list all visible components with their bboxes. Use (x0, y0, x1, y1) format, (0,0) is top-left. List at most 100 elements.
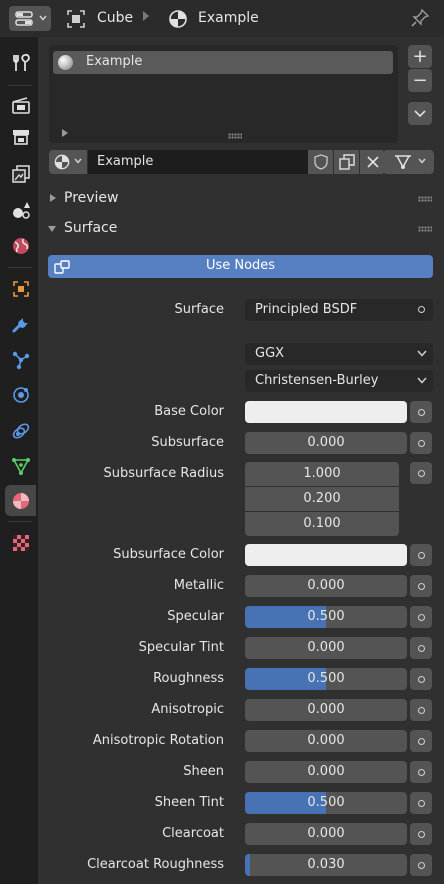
chevron-down-icon (418, 158, 426, 164)
material-slot-item[interactable]: Example (53, 51, 393, 74)
tab-physics[interactable] (5, 379, 36, 410)
drag-handle-icon[interactable] (418, 226, 432, 232)
subsurface-socket-button[interactable] (410, 432, 432, 454)
tab-particles[interactable] (5, 344, 36, 375)
socket-icon (417, 737, 425, 745)
material-icon (12, 492, 29, 509)
close-icon (366, 156, 379, 168)
material-name-field[interactable]: Example (88, 150, 308, 174)
sheen-label: Sheen (183, 764, 224, 779)
object-data-icon (11, 457, 30, 475)
drag-handle-icon[interactable] (418, 196, 432, 202)
metallic-slider[interactable]: 0.000 (245, 575, 407, 597)
remove-slot-button[interactable]: − (408, 69, 432, 92)
shader-node-type-dropdown[interactable] (383, 150, 434, 174)
base-color-swatch[interactable] (245, 401, 407, 423)
properties-header: Cube Example (0, 0, 444, 37)
subsurface-radius-socket-button[interactable] (410, 462, 432, 484)
surface-shader-selector[interactable]: Principled BSDF (245, 299, 433, 321)
metallic-socket-button[interactable] (410, 575, 432, 597)
tab-render[interactable] (5, 89, 36, 120)
roughness-slider[interactable]: 0.500 (245, 668, 407, 690)
subsurface-label: Subsurface (151, 435, 224, 450)
specular-socket-button[interactable] (410, 606, 432, 628)
anisotropic-rotation-slider[interactable]: 0.000 (245, 730, 407, 752)
pin-icon[interactable] (410, 8, 430, 28)
anisotropic-rotation-socket-button[interactable] (410, 730, 432, 752)
material-icon (54, 154, 70, 170)
material-preview-icon (58, 55, 73, 70)
socket-icon (417, 706, 425, 714)
subsurface-radius-x-field[interactable]: 1.000 (245, 462, 399, 486)
specular-tint-label: Specular Tint (138, 640, 224, 655)
roughness-socket-button[interactable] (410, 668, 432, 690)
socket-icon (417, 861, 425, 869)
subsurface-method-dropdown[interactable]: Christensen-Burley (245, 370, 433, 392)
duplicate-material-button[interactable] (334, 150, 359, 174)
unlink-material-button[interactable] (360, 150, 385, 174)
duplicate-icon (338, 154, 355, 170)
sheen-tint-label: Sheen Tint (154, 795, 224, 810)
tab-view-layer[interactable] (5, 158, 36, 189)
tab-scene[interactable] (5, 194, 36, 225)
tab-material[interactable] (5, 485, 36, 516)
sheen-tint-value: 0.500 (307, 795, 345, 810)
subsurface-color-socket-button[interactable] (410, 544, 432, 566)
base-color-socket-button[interactable] (410, 401, 432, 423)
preview-panel-header[interactable]: Preview (38, 185, 444, 213)
roughness-label: Roughness (153, 671, 224, 686)
subsurface-radius-label: Subsurface Radius (103, 466, 224, 481)
clearcoat-roughness-socket-button[interactable] (410, 854, 432, 876)
add-slot-button[interactable]: + (408, 45, 432, 68)
fake-user-button[interactable] (308, 150, 333, 174)
subsurface-radius-y-field[interactable]: 0.200 (245, 487, 399, 511)
editor-type-dropdown[interactable] (9, 6, 51, 31)
sheen-tint-socket-button[interactable] (410, 792, 432, 814)
particles-icon (12, 351, 29, 369)
tab-object[interactable] (5, 273, 36, 304)
anisotropic-slider[interactable]: 0.000 (245, 699, 407, 721)
anisotropic-socket-button[interactable] (410, 699, 432, 721)
socket-icon (417, 644, 425, 652)
distribution-dropdown[interactable]: GGX (245, 343, 433, 365)
sheen-socket-button[interactable] (410, 761, 432, 783)
tab-tool[interactable] (5, 47, 36, 78)
slot-specials-button[interactable] (408, 102, 432, 125)
scene-icon (12, 201, 30, 219)
metallic-value: 0.000 (307, 578, 345, 593)
subsurface-slider[interactable]: 0.000 (245, 432, 407, 454)
use-nodes-button[interactable]: Use Nodes (48, 255, 433, 278)
anisotropic-label: Anisotropic (151, 702, 224, 717)
render-icon (11, 96, 30, 114)
sheen-tint-slider[interactable]: 0.500 (245, 792, 407, 814)
material-slot-label: Example (86, 54, 143, 69)
subsurface-color-label: Subsurface Color (113, 547, 224, 562)
browse-material-button[interactable] (49, 150, 87, 174)
specular-tint-slider[interactable]: 0.000 (245, 637, 407, 659)
sheen-slider[interactable]: 0.000 (245, 761, 407, 783)
clearcoat-roughness-slider[interactable]: 0.030 (245, 854, 407, 876)
subsurface-radius-z-field[interactable]: 0.100 (245, 512, 399, 536)
constraints-icon (12, 422, 29, 439)
resize-grip-icon[interactable] (228, 133, 242, 139)
clearcoat-socket-button[interactable] (410, 823, 432, 845)
socket-icon (417, 675, 425, 683)
tab-output[interactable] (5, 121, 36, 152)
anisotropic-rotation-label: Anisotropic Rotation (92, 733, 224, 748)
specular-tint-socket-button[interactable] (410, 637, 432, 659)
specular-slider[interactable]: 0.500 (245, 606, 407, 628)
world-icon (12, 237, 29, 254)
socket-icon (417, 768, 425, 776)
roughness-value: 0.500 (307, 671, 345, 686)
clearcoat-roughness-value: 0.030 (307, 857, 345, 872)
surface-panel-header[interactable]: Surface (38, 215, 444, 243)
subsurface-color-swatch[interactable] (245, 544, 407, 566)
clearcoat-slider[interactable]: 0.000 (245, 823, 407, 845)
tab-object-data[interactable] (5, 450, 36, 481)
specular-label: Specular (167, 609, 224, 624)
tab-modifiers[interactable] (5, 308, 36, 339)
tab-texture[interactable] (5, 527, 36, 558)
tab-world[interactable] (5, 230, 36, 261)
tab-constraints[interactable] (5, 415, 36, 446)
expand-arrow-icon[interactable] (62, 129, 68, 137)
